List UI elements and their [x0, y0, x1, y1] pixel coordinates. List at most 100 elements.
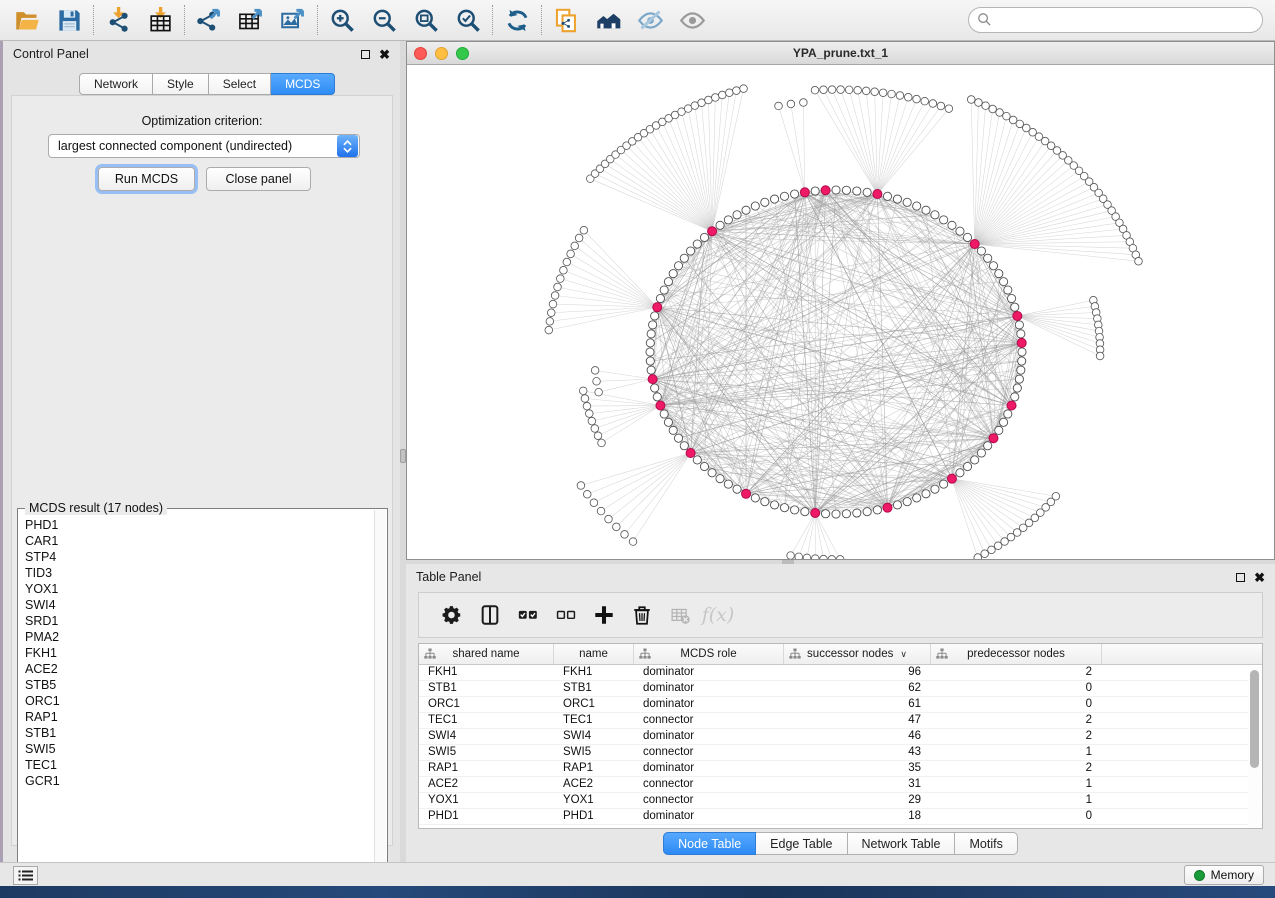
table-row[interactable]: TEC1TEC1connector472 [419, 713, 1262, 729]
cell-name[interactable]: FKH1 [554, 665, 634, 680]
cell-successor-nodes[interactable]: 18 [784, 809, 931, 824]
cell-successor-nodes[interactable]: 46 [784, 729, 931, 744]
cell-successor-nodes[interactable]: 35 [784, 761, 931, 776]
cell-predecessor-nodes[interactable]: 0 [931, 809, 1102, 824]
network-window-titlebar[interactable]: YPA_prune.txt_1 [407, 42, 1274, 65]
cell-mcds-role[interactable]: dominator [634, 809, 784, 824]
cell-mcds-role[interactable]: connector [634, 745, 784, 760]
close-panel-icon[interactable]: ✖ [1254, 573, 1265, 582]
cell-shared-name[interactable]: SWI4 [419, 729, 554, 744]
cell-predecessor-nodes[interactable]: 2 [931, 665, 1102, 680]
mcds-list-scrollbar[interactable] [374, 510, 386, 877]
table-row[interactable]: ORC1ORC1dominator610 [419, 697, 1262, 713]
select-all-rows-icon[interactable] [509, 597, 547, 633]
network-canvas[interactable] [407, 65, 1274, 559]
tab-motifs[interactable]: Motifs [955, 832, 1017, 855]
cell-predecessor-nodes[interactable]: 2 [931, 761, 1102, 776]
zoom-out-icon[interactable] [363, 3, 405, 37]
mcds-result-item[interactable]: FKH1 [19, 645, 374, 661]
window-maximize-button[interactable] [456, 47, 469, 60]
cell-mcds-role[interactable]: dominator [634, 729, 784, 744]
cell-name[interactable]: RAP1 [554, 761, 634, 776]
tab-select[interactable]: Select [209, 73, 271, 95]
import-network-icon[interactable] [97, 3, 139, 37]
mcds-result-item[interactable]: SWI4 [19, 597, 374, 613]
mcds-result-item[interactable]: TID3 [19, 565, 374, 581]
mcds-result-list[interactable]: PHD1CAR1STP4TID3YOX1SWI4SRD1PMA2FKH1ACE2… [19, 517, 374, 877]
refresh-icon[interactable] [496, 3, 538, 37]
float-panel-icon[interactable] [1236, 573, 1245, 582]
deselect-all-rows-icon[interactable] [547, 597, 585, 633]
cell-name[interactable]: PHD1 [554, 809, 634, 824]
zoom-fit-icon[interactable] [405, 3, 447, 37]
table-row[interactable]: FKH1FKH1dominator962 [419, 665, 1262, 681]
column-header-mcds-role[interactable]: MCDS role [634, 644, 784, 664]
cell-predecessor-nodes[interactable]: 2 [931, 729, 1102, 744]
tab-style[interactable]: Style [153, 73, 209, 95]
table-row[interactable]: ACE2ACE2connector311 [419, 777, 1262, 793]
mcds-result-item[interactable]: STB1 [19, 725, 374, 741]
mcds-result-item[interactable]: PHD1 [19, 517, 374, 533]
export-image-icon[interactable] [272, 3, 314, 37]
zoom-in-icon[interactable] [321, 3, 363, 37]
scrollbar-thumb[interactable] [1250, 670, 1259, 768]
cell-mcds-role[interactable]: dominator [634, 681, 784, 696]
tab-network[interactable]: Network [79, 73, 153, 95]
cell-shared-name[interactable]: ACE2 [419, 777, 554, 792]
table-row[interactable]: RAP1RAP1dominator352 [419, 761, 1262, 777]
cell-successor-nodes[interactable]: 43 [784, 745, 931, 760]
cell-predecessor-nodes[interactable]: 0 [931, 697, 1102, 712]
zoom-selected-icon[interactable] [447, 3, 489, 37]
table-row[interactable]: SWI4SWI4dominator462 [419, 729, 1262, 745]
hide-selected-icon[interactable] [629, 3, 671, 37]
cell-shared-name[interactable]: FKH1 [419, 665, 554, 680]
cell-name[interactable]: YOX1 [554, 793, 634, 808]
houses-icon[interactable] [587, 3, 629, 37]
close-panel-icon[interactable]: ✖ [379, 50, 390, 59]
table-row[interactable]: PHD1PHD1dominator180 [419, 809, 1262, 825]
tab-network-table[interactable]: Network Table [848, 832, 956, 855]
duplicate-network-icon[interactable] [545, 3, 587, 37]
column-header-name[interactable]: name [554, 644, 634, 664]
mcds-result-item[interactable]: CAR1 [19, 533, 374, 549]
column-header-successor-nodes[interactable]: successor nodes∨ [784, 644, 931, 664]
mcds-result-item[interactable]: YOX1 [19, 581, 374, 597]
cell-shared-name[interactable]: SWI5 [419, 745, 554, 760]
import-table-icon[interactable] [139, 3, 181, 37]
mcds-result-item[interactable]: GCR1 [19, 773, 374, 789]
cell-shared-name[interactable]: TEC1 [419, 713, 554, 728]
cell-mcds-role[interactable]: connector [634, 793, 784, 808]
tab-edge-table[interactable]: Edge Table [756, 832, 847, 855]
cell-name[interactable]: SWI4 [554, 729, 634, 744]
mcds-result-item[interactable]: SWI5 [19, 741, 374, 757]
search-input[interactable] [968, 7, 1263, 33]
cell-predecessor-nodes[interactable]: 1 [931, 745, 1102, 760]
cell-shared-name[interactable]: RAP1 [419, 761, 554, 776]
cell-successor-nodes[interactable]: 29 [784, 793, 931, 808]
table-row[interactable]: STB1STB1dominator620 [419, 681, 1262, 697]
tab-mcds[interactable]: MCDS [271, 73, 335, 95]
cell-predecessor-nodes[interactable]: 1 [931, 777, 1102, 792]
float-panel-icon[interactable] [361, 50, 370, 59]
cell-shared-name[interactable]: PHD1 [419, 809, 554, 824]
column-header-predecessor-nodes[interactable]: predecessor nodes [931, 644, 1102, 664]
cell-predecessor-nodes[interactable]: 0 [931, 681, 1102, 696]
gear-icon[interactable] [433, 597, 471, 633]
cell-name[interactable]: TEC1 [554, 713, 634, 728]
cell-successor-nodes[interactable]: 61 [784, 697, 931, 712]
memory-button[interactable]: Memory [1184, 865, 1264, 885]
mcds-result-item[interactable]: ORC1 [19, 693, 374, 709]
table-row[interactable]: YOX1YOX1connector291 [419, 793, 1262, 809]
cell-successor-nodes[interactable]: 31 [784, 777, 931, 792]
add-icon[interactable] [585, 597, 623, 633]
cell-name[interactable]: ORC1 [554, 697, 634, 712]
cell-name[interactable]: STB1 [554, 681, 634, 696]
cell-mcds-role[interactable]: connector [634, 713, 784, 728]
save-session-icon[interactable] [48, 3, 90, 37]
log-console-button[interactable] [13, 866, 38, 885]
cell-mcds-role[interactable]: dominator [634, 697, 784, 712]
open-file-icon[interactable] [6, 3, 48, 37]
cell-predecessor-nodes[interactable]: 2 [931, 713, 1102, 728]
tab-node-table[interactable]: Node Table [663, 832, 756, 855]
criterion-select[interactable]: largest connected component (undirected) [48, 134, 360, 158]
